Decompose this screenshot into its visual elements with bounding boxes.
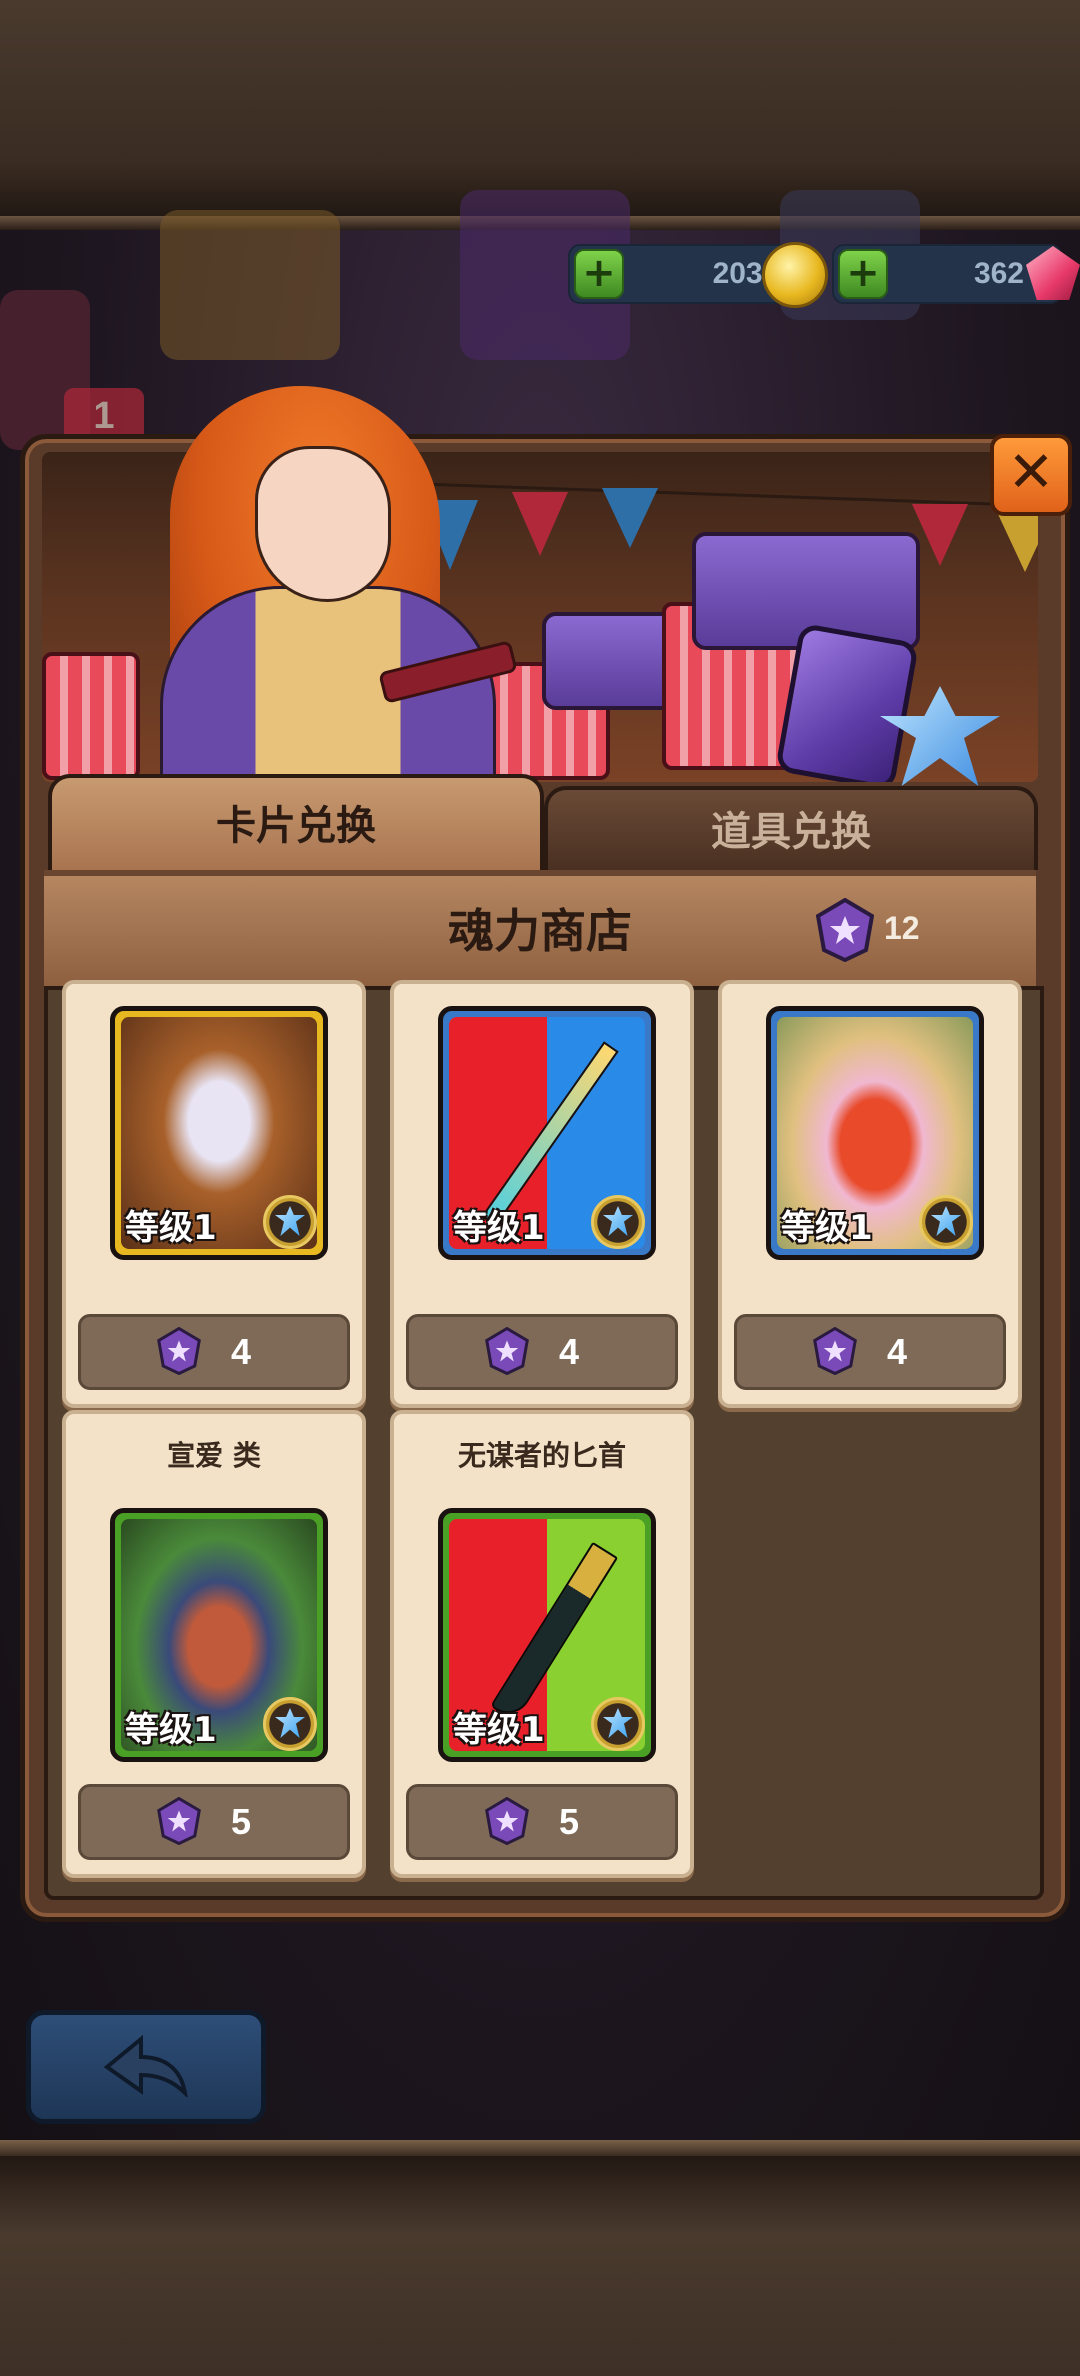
price-value: 4	[887, 1331, 908, 1372]
card-frame: 等级1	[110, 1006, 328, 1260]
shop-item[interactable]: 宣爱 类 等级1 5	[62, 1410, 366, 1878]
card-frame: 等级1	[438, 1006, 656, 1260]
tab-item-exchange[interactable]: 道具兑换	[544, 786, 1038, 870]
sword-icon	[481, 1041, 619, 1227]
soul-crystal-icon	[816, 898, 874, 962]
star-badge-icon	[919, 1195, 973, 1249]
card-pack	[774, 622, 920, 782]
gem-currency: + 362	[832, 244, 1080, 304]
price-value: 5	[231, 1801, 252, 1842]
bg-decoration	[160, 210, 340, 360]
card-frame: 等级1	[438, 1508, 656, 1762]
gift-box	[42, 652, 140, 780]
close-button[interactable]: ✕	[990, 434, 1072, 516]
bunting-flag	[997, 512, 1038, 572]
price-button[interactable]: 4	[406, 1314, 678, 1390]
item-name: 无谋者的匕首	[457, 1439, 626, 1472]
shop-item[interactable]: 无谋者的匕首 等级1 5	[390, 1410, 694, 1878]
price-value: 4	[559, 1331, 580, 1372]
soul-points: 12	[884, 910, 920, 946]
bottom-wood-frame	[0, 2140, 1080, 2376]
price-button[interactable]: 4	[78, 1314, 350, 1390]
soul-crystal-icon	[485, 1797, 529, 1845]
shop-item[interactable]: 等级1 4	[62, 980, 366, 1408]
back-button[interactable]	[26, 2010, 266, 2124]
soul-crystal-icon	[485, 1327, 529, 1375]
bunting-flag	[512, 492, 568, 556]
bunting-flag	[912, 504, 968, 566]
card-level: 等级1	[453, 1710, 545, 1750]
add-gem-button[interactable]: +	[838, 249, 888, 299]
card-level: 等级1	[453, 1208, 545, 1248]
soul-crystal-icon	[157, 1327, 201, 1375]
soul-crystal-icon	[157, 1797, 201, 1845]
item-name: 宣爱 类	[167, 1439, 261, 1472]
coin-icon	[762, 242, 828, 308]
price-button[interactable]: 5	[78, 1784, 350, 1860]
gold-currency: + 20331	[568, 242, 828, 308]
shopkeeper-character	[150, 386, 518, 792]
star-badge-icon	[263, 1195, 317, 1249]
card-level: 等级1	[781, 1208, 873, 1248]
star-badge-icon	[591, 1697, 645, 1751]
shop-item[interactable]: 等级1 4	[390, 980, 694, 1408]
dagger-icon	[489, 1541, 619, 1723]
close-icon: ✕	[1007, 440, 1055, 505]
soul-crystal-icon	[813, 1327, 857, 1375]
price-button[interactable]: 4	[734, 1314, 1006, 1390]
card-frame: 等级1	[110, 1508, 328, 1762]
tab-card-exchange[interactable]: 卡片兑换	[48, 774, 544, 870]
add-gold-button[interactable]: +	[574, 249, 624, 299]
star-badge-icon	[263, 1697, 317, 1751]
price-button[interactable]: 5	[406, 1784, 678, 1860]
shop-item[interactable]: 等级1 4	[718, 980, 1022, 1408]
price-value: 4	[231, 1331, 252, 1372]
bunting-flag	[602, 488, 658, 548]
price-value: 5	[559, 1801, 580, 1842]
card-frame: 等级1	[766, 1006, 984, 1260]
card-level: 等级1	[125, 1710, 217, 1750]
star-badge-icon	[591, 1195, 645, 1249]
character-face	[255, 446, 391, 602]
back-arrow-icon	[103, 2034, 188, 2097]
card-level: 等级1	[125, 1208, 217, 1248]
